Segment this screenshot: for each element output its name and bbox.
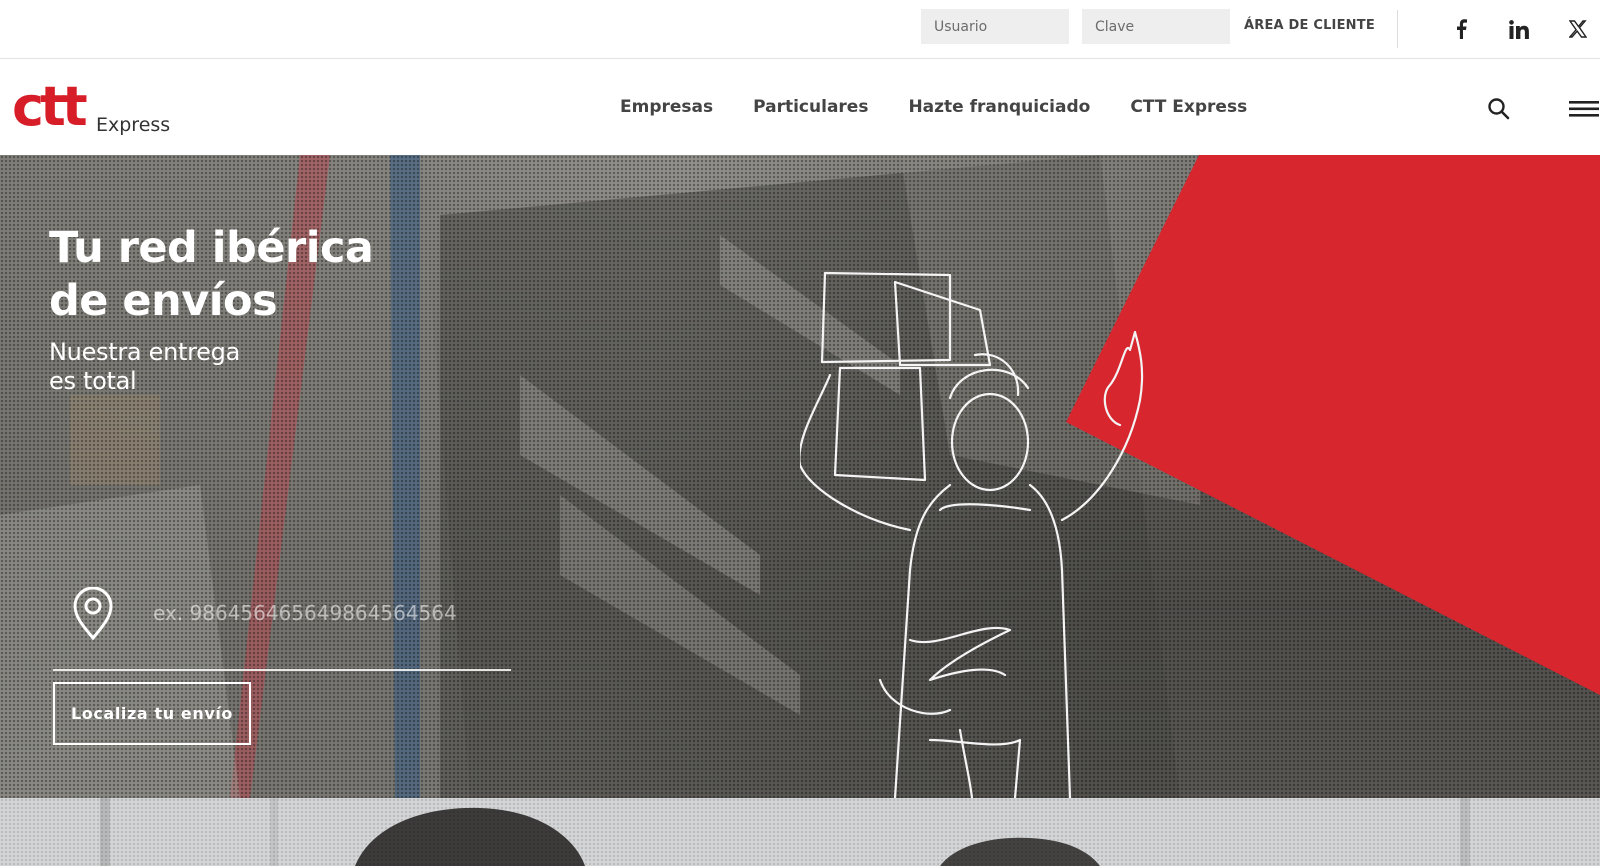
x-icon[interactable] bbox=[1563, 14, 1593, 44]
hamburger-menu-icon[interactable] bbox=[1569, 97, 1599, 121]
hero-title: Tu red ibérica de envíos bbox=[49, 223, 374, 326]
search-icon[interactable] bbox=[1486, 96, 1512, 122]
hero-banner: Tu red ibérica de envíos Nuestra entrega… bbox=[0, 155, 1600, 798]
main-navbar: ctt Express Empresas Particulares Hazte … bbox=[0, 59, 1600, 155]
ctt-express-logo[interactable]: ctt Express bbox=[12, 75, 182, 138]
divider bbox=[1397, 10, 1398, 48]
nav-item-ctt-express[interactable]: CTT Express bbox=[1130, 97, 1247, 117]
track-shipment-button[interactable]: Localiza tu envío bbox=[53, 682, 251, 745]
nav-links: Empresas Particulares Hazte franquiciado… bbox=[620, 97, 1287, 117]
nav-item-franquiciado[interactable]: Hazte franquiciado bbox=[908, 97, 1090, 117]
tracking-input-underline bbox=[53, 669, 511, 671]
hero-subtitle: Nuestra entrega es total bbox=[49, 338, 240, 395]
logo-main-text: ctt bbox=[12, 77, 87, 137]
linkedin-icon[interactable] bbox=[1504, 14, 1534, 44]
courier-line-drawing bbox=[800, 271, 1144, 798]
nav-item-particulares[interactable]: Particulares bbox=[753, 97, 868, 117]
password-input[interactable] bbox=[1082, 9, 1230, 44]
facebook-icon[interactable] bbox=[1446, 14, 1476, 44]
top-utility-bar: ÁREA DE CLIENTE bbox=[0, 0, 1600, 59]
tracking-number-input[interactable] bbox=[153, 595, 510, 631]
client-area-link[interactable]: ÁREA DE CLIENTE bbox=[1244, 18, 1375, 33]
username-input[interactable] bbox=[921, 9, 1069, 44]
logo-sub-text: Express bbox=[96, 114, 170, 136]
lower-section-image bbox=[0, 798, 1600, 866]
nav-item-empresas[interactable]: Empresas bbox=[620, 97, 713, 117]
location-pin-icon bbox=[72, 586, 114, 641]
